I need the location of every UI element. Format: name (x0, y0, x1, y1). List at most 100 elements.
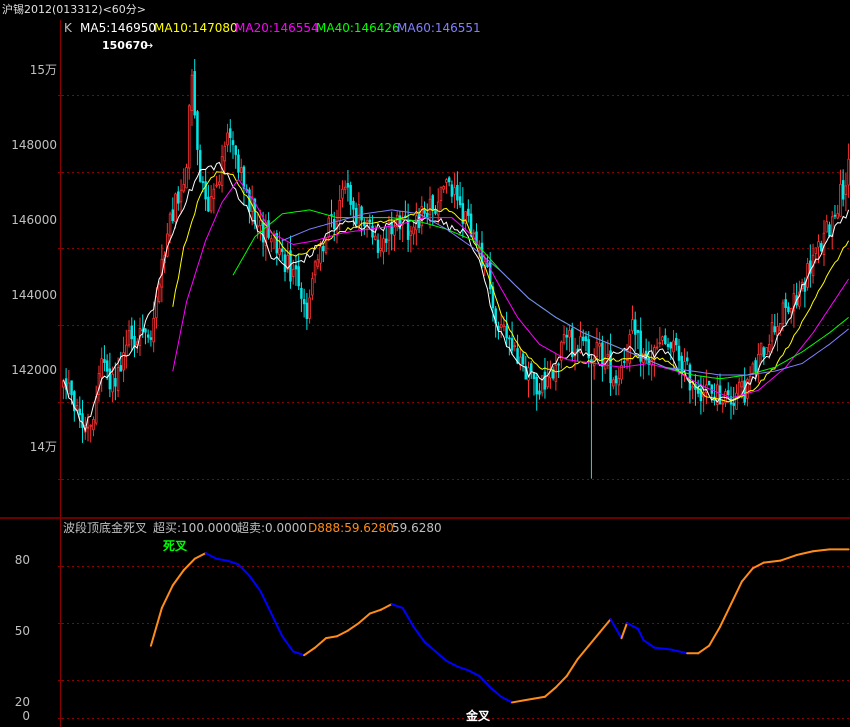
ma60-label: MA60:146551 (397, 21, 481, 35)
candle-body (212, 188, 216, 199)
candle-body (554, 364, 558, 382)
candle-body (543, 371, 547, 390)
y-tick-label-148000: 148000 (11, 138, 57, 152)
candle-body (423, 208, 426, 214)
candle-body (300, 288, 303, 299)
osc-y-tick-20: 20 (15, 695, 30, 709)
candle-body (817, 241, 820, 248)
candle-body (710, 384, 714, 394)
candle-body (442, 186, 445, 190)
candle-body (152, 317, 155, 343)
candle-body (751, 363, 755, 375)
candle-body (313, 261, 317, 276)
candle-body (762, 347, 766, 358)
candle-body (631, 319, 634, 332)
candle-body (726, 390, 730, 396)
candle-body (305, 302, 309, 319)
candle-body (836, 213, 839, 219)
indicator-overbought: 超买:100.0000 (153, 520, 238, 535)
candle-body (685, 357, 689, 362)
candle-body (237, 154, 240, 173)
candle-body (450, 184, 454, 197)
candle-body (196, 111, 199, 150)
candle-body (218, 181, 221, 186)
candle-body (740, 381, 744, 388)
candle-body (384, 238, 388, 243)
candle-body (231, 140, 235, 145)
candle-body (100, 358, 103, 378)
candle-body (445, 179, 448, 183)
candle-body (297, 266, 300, 287)
candle-body (735, 392, 738, 410)
candle-body (666, 343, 670, 348)
candle-body (311, 278, 314, 296)
candle-body (119, 365, 123, 372)
candle-body (374, 235, 377, 240)
candle-body (343, 186, 347, 190)
candle-body (595, 341, 599, 358)
candle-body (349, 184, 352, 205)
candle-body (207, 196, 210, 212)
osc-y-tick-0: 0 (22, 709, 30, 723)
candle-body (568, 330, 571, 338)
candle-body (393, 226, 396, 236)
candle-body (513, 345, 517, 348)
candle-body (341, 188, 344, 199)
candle-body (193, 71, 196, 116)
candle-body (773, 326, 777, 333)
candle-body (302, 299, 306, 305)
candle-body (447, 177, 451, 183)
candle-body (688, 364, 692, 391)
candle-body (204, 181, 207, 200)
candle-body (521, 353, 525, 365)
candle-body (784, 299, 787, 308)
y-tick-label-140000: 14万 (30, 440, 57, 454)
candle-body (259, 220, 262, 226)
candle-body (182, 183, 186, 192)
ma20-label: MA20:146554 (235, 21, 319, 35)
candle-body (130, 325, 134, 340)
candle-body (379, 247, 383, 251)
candle-body (828, 224, 831, 237)
high-price-marker: 150670 (102, 39, 148, 52)
candle-body (754, 360, 757, 372)
candle-body (187, 105, 191, 169)
candle-body (209, 196, 213, 212)
candle-body (505, 326, 508, 339)
candle-body (565, 334, 569, 338)
osc-y-tick-50: 50 (15, 624, 30, 638)
candle-body (409, 230, 413, 236)
candle-body (658, 342, 662, 345)
candle-body (229, 128, 232, 139)
y-tick-label-146000: 146000 (11, 213, 57, 227)
candle-body (428, 198, 432, 216)
candle-body (601, 342, 604, 367)
candle-body (502, 324, 506, 328)
candle-body (661, 336, 664, 341)
indicator-value: 59.6280 (392, 521, 442, 535)
candle-body (538, 390, 541, 395)
candle-body (721, 402, 725, 405)
candle-body (190, 74, 194, 111)
candle-body (508, 337, 511, 340)
candle-body (467, 208, 470, 216)
candle-body (453, 187, 456, 195)
candle-body (417, 213, 421, 228)
candle-body (226, 132, 229, 146)
candle-body (787, 306, 790, 313)
candle-body (691, 386, 694, 389)
y-tick-label-150000: 15万 (30, 63, 57, 77)
candle-body (327, 217, 331, 238)
candle-body (557, 363, 560, 366)
candle-body (680, 355, 683, 374)
candle-body (346, 183, 350, 188)
candle-body (581, 336, 585, 342)
candle-body (215, 184, 218, 187)
candle-body (185, 167, 188, 189)
candle-body (612, 379, 615, 387)
candle-body (412, 226, 415, 235)
chart-type-label: K (64, 21, 73, 35)
candle-body (677, 345, 681, 361)
candle-body (814, 247, 818, 254)
candle-body (617, 378, 621, 386)
